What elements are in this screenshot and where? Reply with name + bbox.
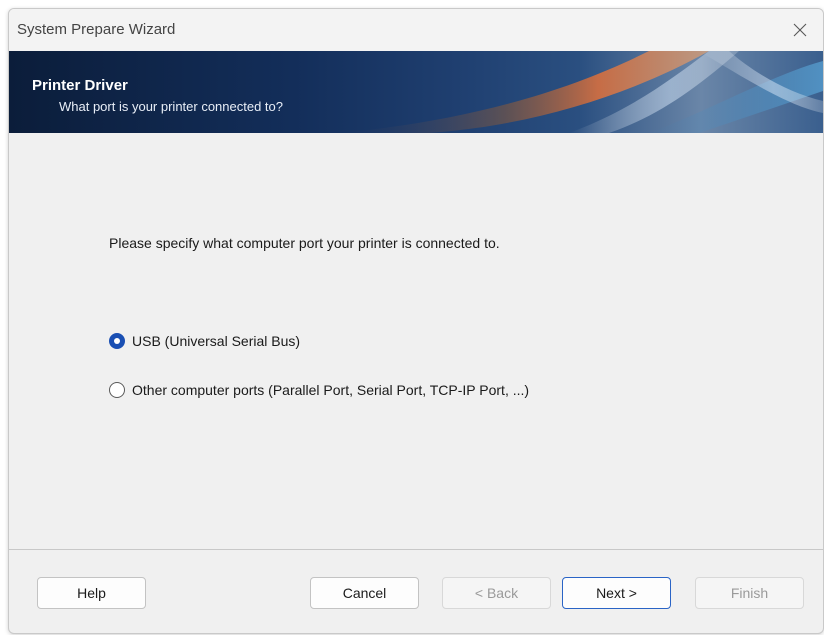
- usb-option-label: USB (Universal Serial Bus): [132, 333, 301, 349]
- instruction-text: Please specify what computer port your p…: [109, 235, 500, 251]
- usb-option[interactable]: USB (Universal Serial Bus): [109, 333, 300, 349]
- other-ports-option[interactable]: Other computer ports (Parallel Port, Ser…: [109, 382, 529, 398]
- other-ports-option-label: Other computer ports (Parallel Port, Ser…: [132, 382, 530, 398]
- page-subtitle: What port is your printer connected to?: [59, 99, 284, 114]
- radio-unselected-icon[interactable]: [109, 382, 125, 398]
- close-icon: [793, 23, 807, 37]
- wizard-window: System Prepare Wizard Printer Driver Wha…: [8, 8, 824, 634]
- help-button[interactable]: Help: [37, 577, 146, 609]
- back-button[interactable]: < Back: [442, 577, 551, 609]
- banner-swoosh-graphic: [339, 51, 823, 133]
- footer-divider: [9, 549, 823, 550]
- close-button[interactable]: [777, 9, 823, 51]
- header-banner: Printer Driver What port is your printer…: [9, 51, 823, 133]
- page-title: Printer Driver: [32, 77, 128, 94]
- finish-button[interactable]: Finish: [695, 577, 804, 609]
- cancel-button[interactable]: Cancel: [310, 577, 419, 609]
- next-button[interactable]: Next >: [562, 577, 671, 609]
- title-bar: System Prepare Wizard: [9, 9, 823, 51]
- radio-selected-icon[interactable]: [109, 333, 125, 349]
- window-title: System Prepare Wizard: [17, 21, 176, 38]
